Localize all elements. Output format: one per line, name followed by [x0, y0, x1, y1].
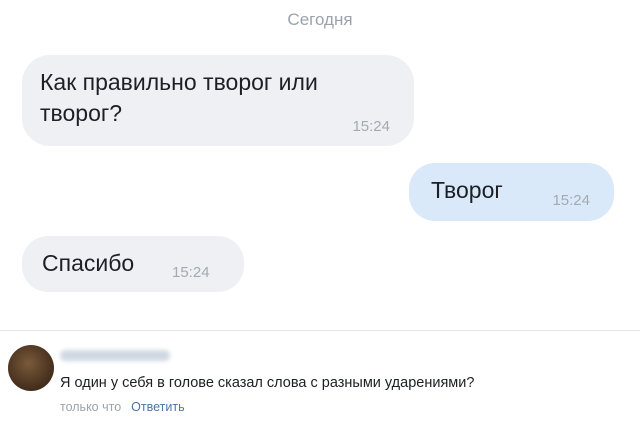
message-text: Спасибо	[42, 250, 135, 276]
message-bubble-incoming[interactable]: Как правильно творог или творог? 15:24	[22, 55, 414, 146]
reply-link[interactable]: Ответить	[131, 400, 184, 414]
message-time: 15:24	[552, 192, 590, 209]
message-text: Творог	[431, 177, 503, 203]
message-bubble-incoming[interactable]: Спасибо 15:24	[22, 236, 244, 292]
message-time: 15:24	[172, 264, 210, 281]
comment-meta: только что Ответить	[60, 400, 185, 414]
message-time: 15:24	[352, 118, 390, 135]
divider	[0, 330, 640, 331]
avatar[interactable]	[8, 345, 54, 391]
comment-text: Я один у себя в голове сказал слова с ра…	[60, 375, 475, 391]
date-header: Сегодня	[287, 10, 353, 29]
comment-timestamp: только что	[60, 400, 122, 414]
username-redacted	[60, 350, 170, 361]
message-bubble-outgoing[interactable]: Творог 15:24	[409, 163, 614, 221]
message-text: Как правильно творог или творог?	[40, 69, 318, 126]
